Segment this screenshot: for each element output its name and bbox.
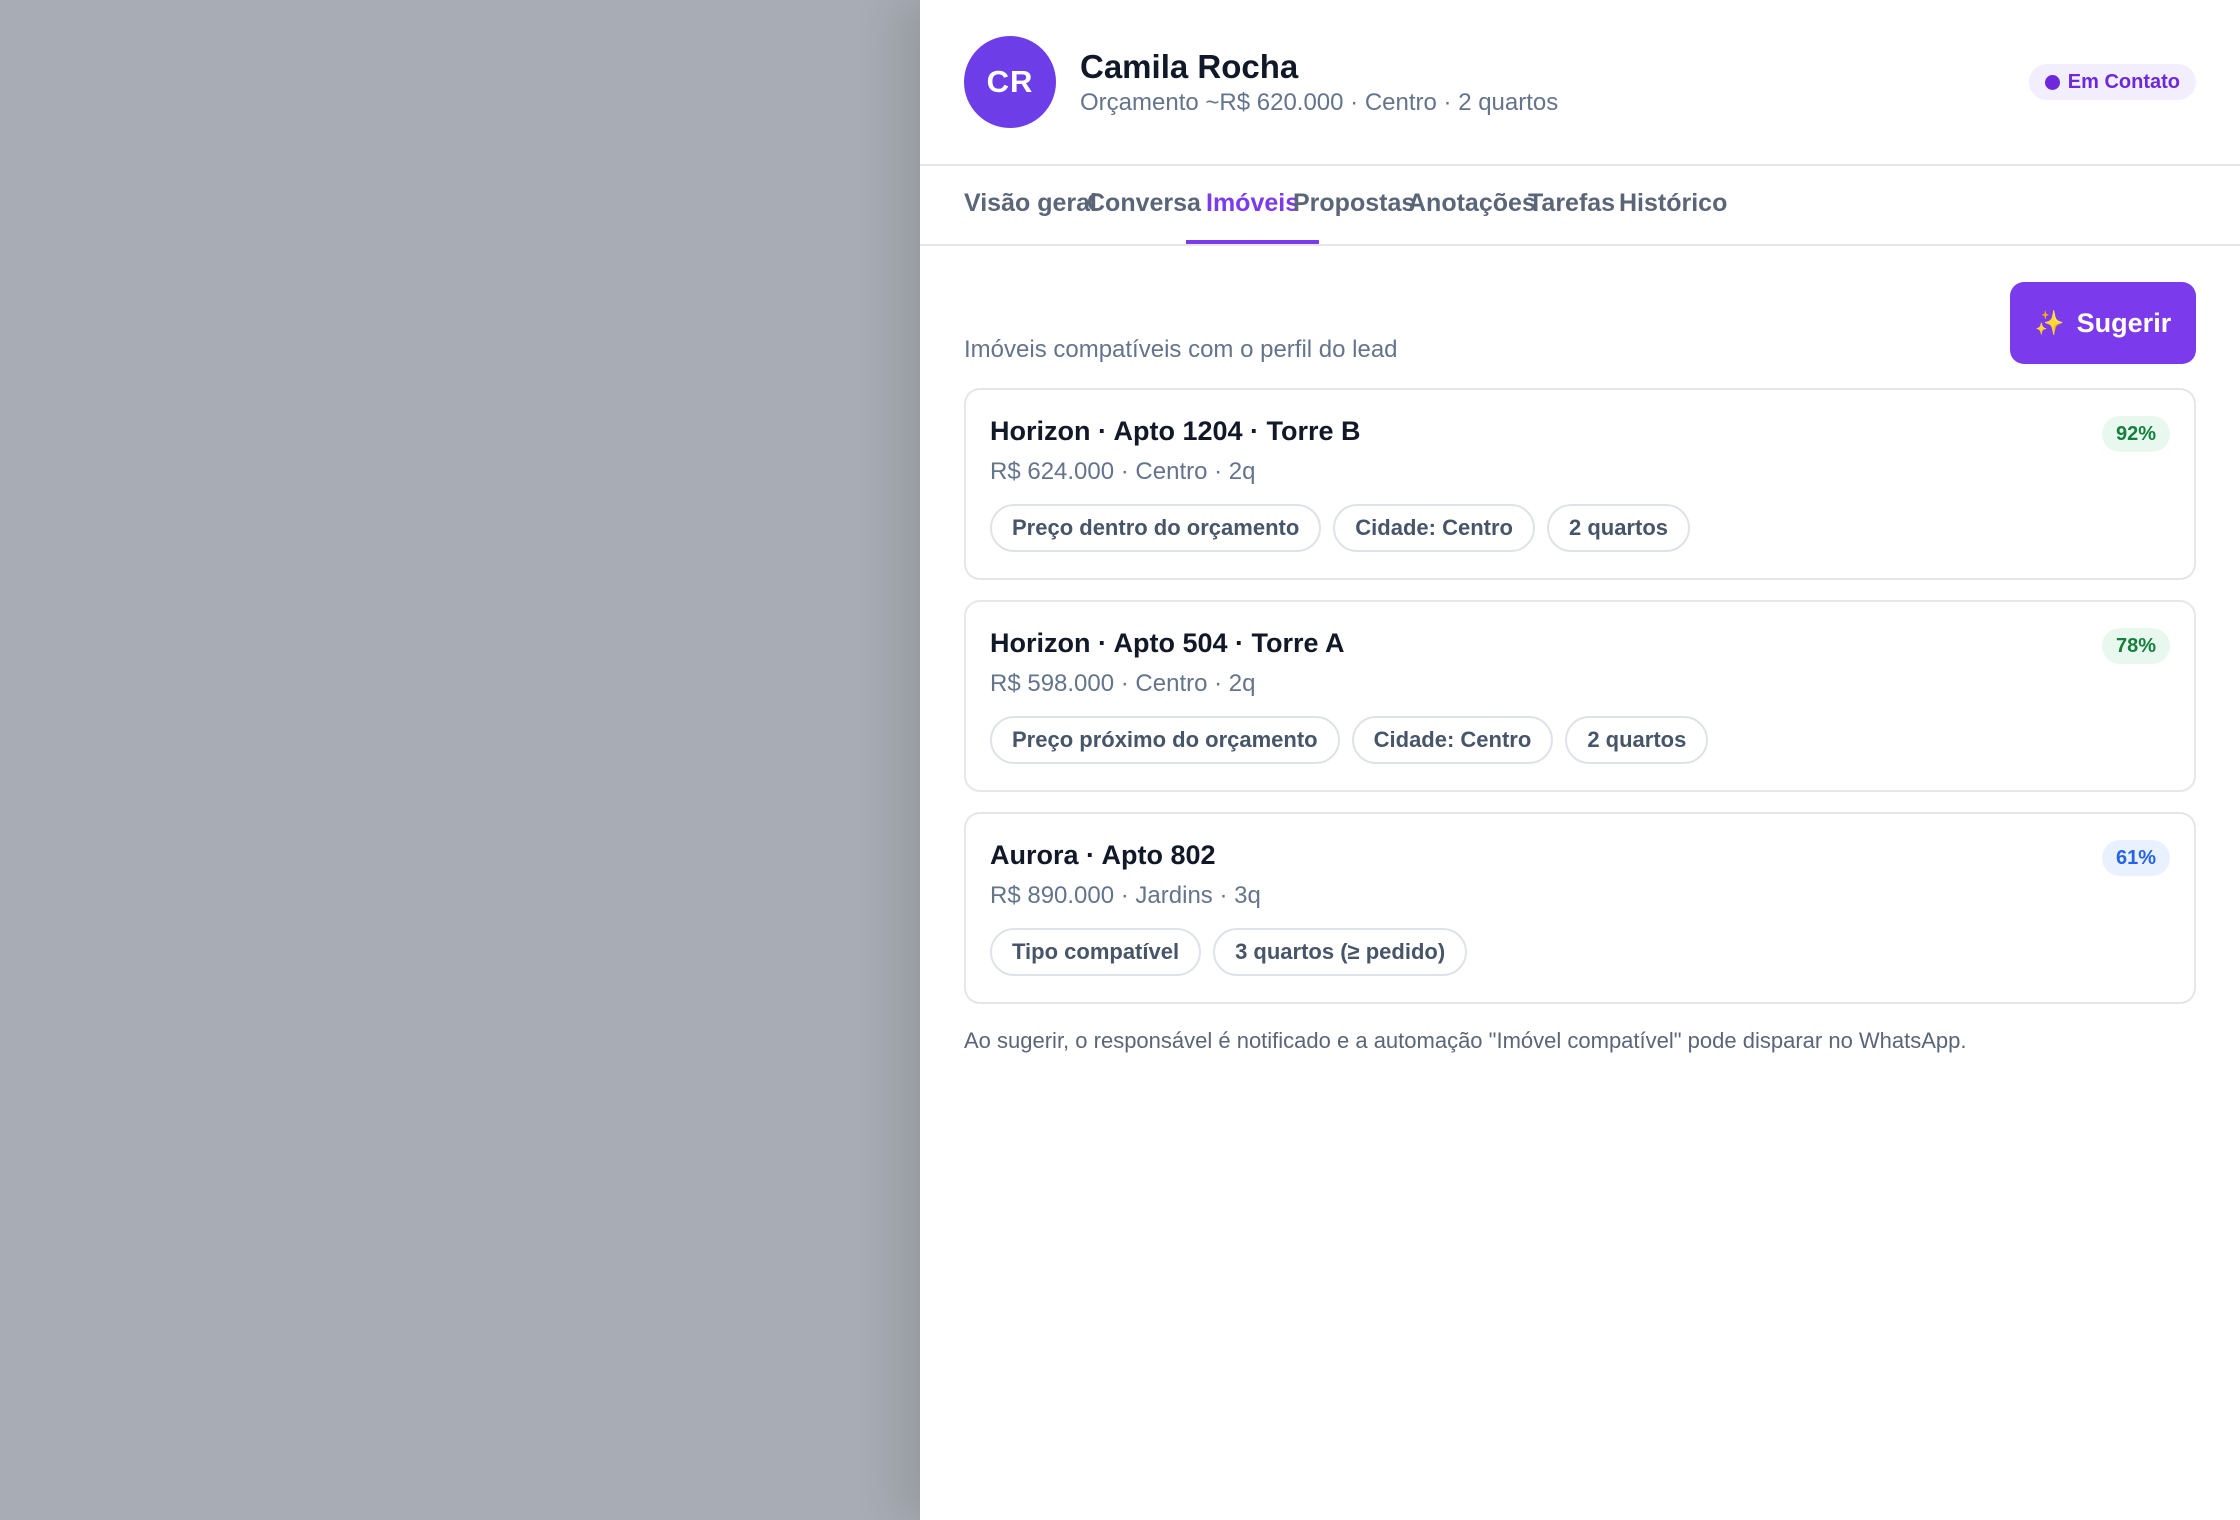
sparkles-icon: ✨	[2034, 309, 2065, 337]
match-score-badge: 78%	[2101, 628, 2170, 664]
property-card[interactable]: Aurora · Apto 802 R$ 890.000 · Jardins ·…	[964, 812, 2196, 1004]
status-dot-icon	[2044, 74, 2060, 90]
reason-chip: 3 quartos (≥ pedido)	[1213, 928, 1468, 976]
reason-chip: Cidade: Centro	[1351, 716, 1554, 764]
match-reasons: Tipo compatível 3 quartos (≥ pedido)	[990, 928, 1468, 976]
match-score-badge: 61%	[2101, 840, 2170, 876]
match-score-badge: 92%	[2101, 416, 2170, 452]
modal-backdrop[interactable]	[0, 0, 920, 1520]
property-card[interactable]: Horizon · Apto 1204 · Torre B R$ 624.000…	[964, 388, 2196, 580]
suggest-button[interactable]: ✨ Sugerir	[2010, 282, 2196, 364]
section-caption: Imóveis compatíveis com o perfil do lead	[964, 336, 1398, 363]
automation-footnote: Ao sugerir, o responsável é notificado e…	[964, 1028, 1967, 1053]
suggest-label: Sugerir	[2076, 307, 2172, 338]
reason-chip: Cidade: Centro	[1333, 504, 1535, 552]
reason-chip: 2 quartos	[1546, 504, 1690, 552]
reason-chip: Preço dentro do orçamento	[990, 504, 1322, 552]
tab-bar: Visão geral Conversa Imóveis Propostas A…	[920, 166, 2240, 246]
lead-detail-drawer: CR Camila Rocha Orçamento ~R$ 620.000 · …	[920, 0, 2240, 1520]
property-details: R$ 624.000 · Centro · 2q	[990, 458, 1256, 485]
property-title: Aurora · Apto 802	[990, 840, 1216, 870]
status-badge[interactable]: Em Contato	[2028, 64, 2196, 100]
reason-chip: Preço próximo do orçamento	[990, 716, 1340, 764]
property-details: R$ 890.000 · Jardins · 3q	[990, 882, 1261, 909]
lead-header: CR Camila Rocha Orçamento ~R$ 620.000 · …	[920, 0, 2240, 166]
property-card[interactable]: Horizon · Apto 504 · Torre A R$ 598.000 …	[964, 600, 2196, 792]
reason-chip: Tipo compatível	[990, 928, 1202, 976]
match-reasons: Preço dentro do orçamento Cidade: Centro…	[990, 504, 1690, 552]
property-details: R$ 598.000 · Centro · 2q	[990, 670, 1256, 697]
lead-name: Camila Rocha	[1080, 48, 1299, 85]
lead-summary: Orçamento ~R$ 620.000 · Centro · 2 quart…	[1080, 89, 1559, 116]
property-title: Horizon · Apto 504 · Torre A	[990, 628, 1345, 658]
status-label: Em Contato	[2067, 70, 2180, 93]
property-title: Horizon · Apto 1204 · Torre B	[990, 416, 1361, 446]
match-reasons: Preço próximo do orçamento Cidade: Centr…	[990, 716, 1709, 764]
tab-historico[interactable]: Histórico	[1599, 166, 1747, 244]
reason-chip: 2 quartos	[1565, 716, 1709, 764]
avatar: CR	[964, 36, 1056, 128]
